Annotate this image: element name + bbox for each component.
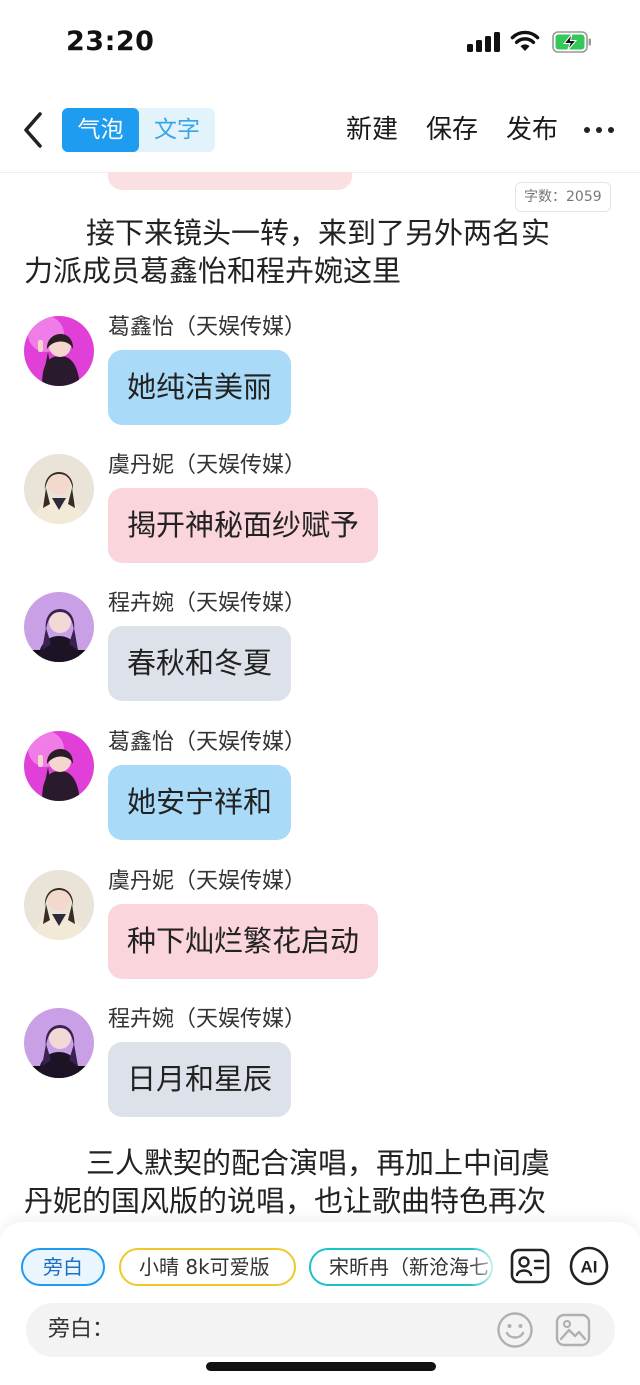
new-button[interactable]: 新建 (346, 110, 398, 150)
battery-charging-icon (552, 31, 591, 53)
image-icon[interactable] (554, 1311, 592, 1349)
avatar[interactable] (24, 454, 94, 524)
narration-line: 三人默契的配合演唱，再加上中间虞 (86, 1146, 551, 1180)
chat-message[interactable]: 程卉婉（天娱传媒） 日月和星辰 (0, 1006, 640, 1136)
sender-name: 程卉婉（天娱传媒） (108, 591, 307, 616)
contact-card-icon[interactable] (510, 1246, 550, 1286)
message-bubble[interactable]: 她安宁祥和 (108, 765, 292, 840)
more-options-icon[interactable] (584, 127, 614, 135)
sender-name: 葛鑫怡（天娱传媒） (108, 315, 307, 340)
narration-line: 力派成员葛鑫怡和程卉婉这里 (24, 254, 402, 288)
line-input[interactable]: 旁白： (26, 1303, 615, 1357)
tab-bubble[interactable]: 气泡 (62, 108, 139, 152)
message-bubble[interactable]: 春秋和冬夏 (108, 626, 292, 701)
message-bubble[interactable]: 她纯洁美丽 (108, 350, 292, 425)
sender-name: 葛鑫怡（天娱传媒） (108, 730, 307, 755)
chip-fade (470, 1246, 500, 1288)
home-indicator (206, 1362, 436, 1371)
role-chip[interactable]: 小晴 8k可爱版 (119, 1248, 296, 1286)
sender-name: 虞丹妮（天娱传媒） (108, 453, 307, 478)
chat-message[interactable]: 程卉婉（天娱传媒） 春秋和冬夏 (0, 590, 640, 720)
status-time: 23:20 (66, 26, 155, 57)
message-bubble[interactable]: 日月和星辰 (108, 1042, 292, 1117)
sender-name: 虞丹妮（天娱传媒） (108, 869, 307, 894)
role-chip-narration[interactable]: 旁白 (21, 1248, 105, 1286)
narration-line: 接下来镜头一转，来到了另外两名实 (86, 216, 551, 250)
status-bar: 23:20 (0, 0, 640, 86)
avatar[interactable] (24, 731, 94, 801)
chat-message[interactable]: 虞丹妮（天娱传媒） 揭开神秘面纱赋予 (0, 452, 640, 582)
chat-message[interactable]: 葛鑫怡（天娱传媒） 她纯洁美丽 (0, 314, 640, 444)
sender-name: 程卉婉（天娱传媒） (108, 1007, 307, 1032)
view-mode-segment: 气泡 文字 (62, 108, 215, 152)
tab-text[interactable]: 文字 (139, 108, 215, 152)
publish-button[interactable]: 发布 (506, 110, 558, 150)
back-chevron-icon[interactable] (16, 110, 50, 150)
avatar[interactable] (24, 592, 94, 662)
avatar[interactable] (24, 1008, 94, 1078)
chat-message[interactable]: 葛鑫怡（天娱传媒） 她安宁祥和 (0, 729, 640, 859)
word-count-badge: 字数：2059 (515, 182, 611, 212)
narration-line: 丹妮的国风版的说唱，也让歌曲特色再次 (24, 1184, 547, 1218)
ai-button[interactable]: AI (569, 1246, 609, 1286)
smiley-icon[interactable] (496, 1311, 534, 1349)
chat-message[interactable]: 虞丹妮（天娱传媒） 种下灿烂繁花启动 (0, 868, 640, 998)
save-button[interactable]: 保存 (426, 110, 478, 150)
input-role-label: 旁白： (48, 1317, 115, 1342)
role-chip[interactable]: 宋昕冉（新沧海七 (309, 1248, 493, 1286)
avatar[interactable] (24, 316, 94, 386)
avatar[interactable] (24, 870, 94, 940)
wifi-icon (510, 30, 540, 51)
partial-bubble (108, 172, 352, 190)
narration-paragraph[interactable]: 接下来镜头一转，来到了另外两名实 力派成员葛鑫怡和程卉婉这里 (24, 214, 550, 290)
message-bubble[interactable]: 种下灿烂繁花启动 (108, 904, 379, 979)
narration-paragraph[interactable]: 三人默契的配合演唱，再加上中间虞 丹妮的国风版的说唱，也让歌曲特色再次 (24, 1144, 550, 1220)
message-bubble[interactable]: 揭开神秘面纱赋予 (108, 488, 379, 563)
cellular-signal-icon (467, 32, 501, 52)
ai-label: AI (581, 1258, 598, 1277)
